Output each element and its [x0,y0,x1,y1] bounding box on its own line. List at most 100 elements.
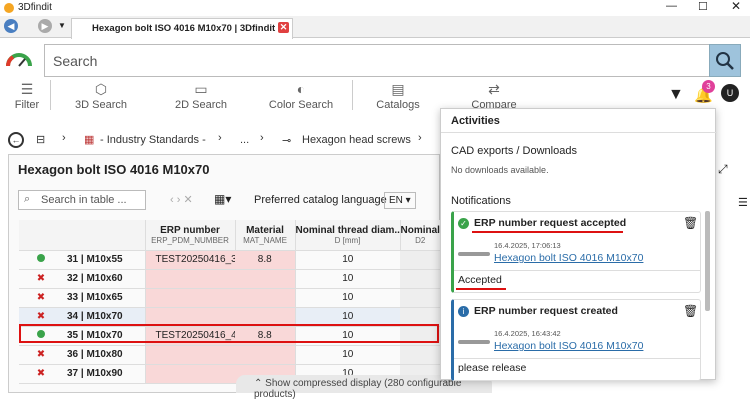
col-header-erp[interactable]: ERP number ERP_PDM_NUMBER [145,220,236,251]
row-id: 36 | M10x80 [63,345,145,365]
chevron-up-icon: ⌃ [254,378,263,389]
tool-color-search[interactable]: ◐ Color Search [266,81,336,111]
column-chooser-icon[interactable]: ▦▾ [214,192,231,206]
compare-icon: ⇄ [488,81,500,97]
highlight-row-box [19,324,439,343]
cube-icon: ⬡ [94,81,108,97]
breadcrumb-item-ellipsis[interactable]: ... [240,134,249,146]
col-header-diameter[interactable]: Nominal thread diam... D [mm] [295,220,401,251]
language-select[interactable]: EN ▾ [384,192,416,209]
minimize-icon[interactable]: — [666,0,677,12]
cell-nominal [400,288,440,308]
cell-erp [144,364,235,384]
row-header-cell [19,220,146,251]
notification-note: please release [458,362,527,374]
table-row[interactable]: ✖ 32 | M10x60 10 [19,269,440,289]
back-nav-icon[interactable]: ◀ [4,19,18,33]
row-status-cell: ✖ [19,269,63,289]
trash-icon[interactable]: 🗑 [683,304,698,318]
notification-title: ERP number request created [474,305,618,317]
notification-link[interactable]: Hexagon bolt ISO 4016 M10x70 [494,252,643,264]
row-id: 32 | M10x60 [63,269,145,289]
breadcrumb-item-hexagon[interactable]: Hexagon head screws [302,134,411,146]
data-table: ERP number ERP_PDM_NUMBER Material MAT_NAM… [19,220,440,384]
table-row[interactable]: ✖ 33 | M10x65 10 [19,288,440,308]
activities-popup: Activities CAD exports / Downloads No do… [440,108,717,381]
preferred-language-label: Preferred catalog language [254,194,387,206]
cell-nominal [400,269,440,289]
close-icon[interactable]: ✕ [278,22,289,33]
search-icon: ⌕ [24,193,31,205]
back-icon[interactable]: ← [8,132,24,148]
search-icon [716,52,734,70]
filter-tool[interactable]: ☰ Filter [8,81,46,111]
image-icon: ▭ [194,81,208,97]
cell-material: 8.8 [235,250,295,270]
tab-title: Hexagon bolt ISO 4016 M10x70 | 3Dfindit [92,23,276,34]
page-title: Hexagon bolt ISO 4016 M10x70 [18,162,210,177]
cell-erp [144,269,235,289]
scrollbar[interactable] [705,211,710,311]
notification-link[interactable]: Hexagon bolt ISO 4016 M10x70 [494,340,643,352]
expand-icon[interactable]: ⤢ [718,162,728,177]
filter-settings-icon: ☰ [20,81,34,97]
title-bar: 3Dfindit — ☐ ✕ [0,0,750,16]
row-status-cell [19,250,63,270]
cell-erp: TEST20250416_3 [144,250,235,270]
cell-diameter: 10 [294,345,400,365]
palette-icon: ◐ [296,81,306,97]
search-button[interactable] [709,44,741,77]
status-missing-icon: ✖ [36,311,46,322]
col-header-nominal[interactable]: Nominal D2 [400,220,440,251]
nav-dropdown-icon[interactable]: ▼ [58,21,66,30]
bolt-thumbnail-icon [458,340,490,344]
list-view-icon[interactable]: ☰ [738,196,748,209]
notification-card[interactable]: i ERP number request created 🗑 16.4.2025… [451,299,701,381]
avatar[interactable]: U [721,84,739,102]
maximize-icon[interactable]: ☐ [698,0,708,13]
home-icon[interactable]: ⊟ [36,133,45,146]
breadcrumb: ← ⊟ › ▦ - Industry Standards - › ... › ⊸… [0,128,440,152]
row-status-cell: ✖ [19,364,63,384]
status-missing-icon: ✖ [36,273,46,284]
cad-section-title: CAD exports / Downloads [451,145,577,157]
notification-status: Accepted [458,274,502,286]
cell-nominal [400,250,440,270]
cell-material [235,269,295,289]
table-nav-icons[interactable]: ‹ › ✕ [170,193,193,206]
cell-erp [144,345,235,365]
cell-diameter: 10 [294,269,400,289]
cell-diameter: 10 [294,288,400,308]
tool-compare[interactable]: ⇄ Compare [464,81,524,111]
row-id: 37 | M10x90 [63,364,145,384]
notification-card[interactable]: ✓ ERP number request accepted 🗑 16.4.202… [451,211,701,293]
filter-funnel-icon[interactable]: ▼ [668,86,684,104]
bolt-thumbnail-icon [458,252,490,256]
screw-icon: ⊸ [282,135,292,147]
cell-material [235,288,295,308]
red-underline [472,231,623,233]
red-underline [456,288,506,290]
tool-2d-search[interactable]: ▭ 2D Search [168,81,234,111]
close-window-icon[interactable]: ✕ [731,0,741,13]
cell-material [235,345,295,365]
catalog-icon: ▤ [391,81,405,97]
table-row[interactable]: 31 | M10x55 TEST20250416_3 8.8 10 [19,250,440,270]
standards-icon: ▦ [84,134,95,146]
forward-nav-icon[interactable]: ▶ [38,19,52,33]
col-header-material[interactable]: Material MAT_NAME [235,220,296,251]
check-icon: ✓ [458,218,469,229]
chevron-right-icon: › [260,132,264,144]
tab-active[interactable]: Hexagon bolt ISO 4016 M10x70 | 3Dfindit … [71,18,293,39]
tool-catalogs[interactable]: ▤ Catalogs [372,81,424,111]
table-row[interactable]: ✖ 36 | M10x80 10 [19,345,440,365]
trash-icon[interactable]: 🗑 [683,216,698,230]
notification-date: 16.4.2025, 16:43:42 [494,329,561,338]
table-search-input[interactable]: Search in table ... [18,190,146,210]
row-status-cell: ✖ [19,345,63,365]
status-missing-icon: ✖ [36,368,46,379]
search-input[interactable]: Search [44,44,710,77]
tool-3d-search[interactable]: ⬡ 3D Search [70,81,132,111]
window-title: 3Dfindit [18,2,52,13]
breadcrumb-item-standards[interactable]: - Industry Standards - [100,134,206,146]
